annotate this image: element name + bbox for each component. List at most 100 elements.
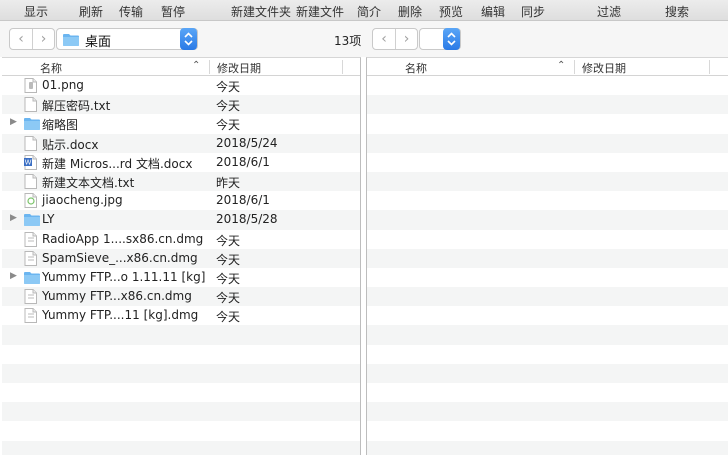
jpg-file-icon: [24, 193, 38, 209]
name-column-header[interactable]: 名称: [405, 60, 427, 76]
file-row[interactable]: 新建文本文档.txt 昨天: [2, 171, 360, 192]
right-nav-group: ‹ ›: [372, 28, 418, 50]
chevron-left-icon: ‹: [18, 31, 24, 47]
edit-button[interactable]: 编辑: [481, 3, 505, 20]
dmg-file-icon: [24, 250, 38, 266]
forward-button[interactable]: ›: [395, 29, 417, 49]
search-button[interactable]: 搜索: [665, 3, 689, 20]
column-divider[interactable]: [709, 60, 710, 74]
empty-row: [367, 171, 728, 192]
empty-row: [367, 95, 728, 115]
file-name: 缩略图: [42, 118, 79, 133]
file-date: 今天: [216, 310, 241, 325]
folder-icon: [24, 116, 40, 131]
column-divider[interactable]: [574, 60, 575, 74]
dmg-file-icon: [24, 308, 38, 324]
file-date: 2018/6/1: [216, 154, 270, 169]
file-row[interactable]: 贴示.docx 2018/5/24: [2, 133, 360, 153]
delete-button[interactable]: 删除: [398, 3, 422, 20]
empty-row: [367, 345, 728, 364]
forward-button[interactable]: ›: [32, 29, 54, 49]
left-file-pane: 名称 ⌃ 修改日期 01.png 今天 解压密码.txt 今天 ▶ 缩略图 今天 贴示.doc…: [2, 57, 361, 455]
file-date: 今天: [216, 233, 241, 248]
path-stepper[interactable]: [443, 28, 460, 50]
empty-row: [2, 325, 360, 345]
text-file-icon: [24, 97, 38, 113]
new-folder-button[interactable]: 新建文件夹: [231, 3, 291, 20]
file-name: 贴示.docx: [42, 137, 99, 152]
file-row[interactable]: ▶ LY 2018/5/28: [2, 210, 360, 230]
file-name: 新建文本文档.txt: [42, 175, 135, 190]
empty-row: [367, 268, 728, 287]
file-name: jiaocheng.jpg: [42, 193, 123, 208]
column-divider[interactable]: [342, 60, 343, 74]
file-name: 01.png: [42, 78, 84, 92]
file-date: 今天: [216, 291, 241, 306]
file-name: 解压密码.txt: [42, 99, 111, 114]
file-date: 今天: [216, 252, 241, 267]
empty-row: [367, 230, 728, 249]
file-row[interactable]: W 新建 Micros...rd 文档.docx 2018/6/1: [2, 153, 360, 172]
updown-arrows-icon: [184, 32, 193, 46]
sort-ascending-icon[interactable]: ⌃: [192, 60, 200, 71]
file-date: 今天: [216, 99, 241, 114]
chevron-right-icon: ›: [40, 31, 47, 47]
dmg-file-icon: [24, 289, 38, 305]
file-date: 今天: [216, 271, 241, 286]
new-file-button[interactable]: 新建文件: [296, 3, 344, 20]
file-row[interactable]: RadioApp 1....sx86.cn.dmg 今天: [2, 230, 360, 249]
empty-row: [2, 440, 360, 455]
disclosure-triangle-icon[interactable]: ▶: [10, 213, 17, 223]
file-date: 今天: [216, 118, 241, 133]
file-date: 2018/6/1: [216, 193, 270, 208]
empty-row: [367, 421, 728, 440]
empty-row: [367, 383, 728, 402]
right-path-select[interactable]: [419, 28, 461, 50]
right-column-header: 名称 ⌃ 修改日期: [367, 58, 728, 76]
empty-row: [367, 325, 728, 345]
sync-button[interactable]: 同步: [521, 3, 545, 20]
empty-row: [367, 133, 728, 153]
file-row[interactable]: ▶ Yummy FTP...o 1.11.11 [kg] 今天: [2, 268, 360, 287]
disclosure-triangle-icon[interactable]: ▶: [10, 117, 17, 127]
word-file-icon: W: [24, 154, 38, 170]
left-path-bar: ‹ › 桌面 13项: [0, 21, 364, 57]
file-row[interactable]: 解压密码.txt 今天: [2, 95, 360, 115]
document-file-icon: [24, 135, 38, 151]
file-date: 昨天: [216, 175, 241, 190]
empty-row: [367, 210, 728, 230]
chevron-right-icon: ›: [403, 31, 410, 47]
text-file-icon: [24, 173, 38, 189]
file-list: 01.png 今天 解压密码.txt 今天 ▶ 缩略图 今天 贴示.docx 2018/5/24…: [2, 76, 360, 455]
file-row[interactable]: ▶ 缩略图 今天: [2, 114, 360, 133]
back-button[interactable]: ‹: [10, 29, 32, 49]
empty-row: [2, 402, 360, 422]
file-date: 2018/5/24: [216, 135, 278, 150]
date-column-header[interactable]: 修改日期: [217, 60, 261, 76]
filter-button[interactable]: 过滤: [597, 3, 621, 20]
back-button[interactable]: ‹: [373, 29, 395, 49]
path-stepper[interactable]: [180, 28, 197, 50]
empty-row: [367, 248, 728, 268]
left-path-select[interactable]: 桌面: [56, 28, 198, 50]
sort-ascending-icon[interactable]: ⌃: [557, 60, 565, 71]
empty-row: [367, 363, 728, 383]
file-row[interactable]: 01.png 今天: [2, 76, 360, 95]
empty-row: [2, 383, 360, 402]
date-column-header[interactable]: 修改日期: [582, 60, 626, 76]
preview-button[interactable]: 预览: [439, 3, 463, 20]
file-row[interactable]: Yummy FTP...x86.cn.dmg 今天: [2, 287, 360, 307]
empty-row: [2, 363, 360, 383]
pause-button[interactable]: 暂停: [161, 3, 185, 20]
column-divider[interactable]: [209, 60, 210, 74]
file-row[interactable]: jiaocheng.jpg 2018/6/1: [2, 191, 360, 210]
info-button[interactable]: 简介: [357, 3, 381, 20]
file-row[interactable]: SpamSieve_...x86.cn.dmg 今天: [2, 248, 360, 268]
name-column-header[interactable]: 名称: [40, 60, 62, 76]
transfer-button[interactable]: 传输: [119, 3, 143, 20]
file-row[interactable]: Yummy FTP....11 [kg].dmg 今天: [2, 306, 360, 325]
disclosure-triangle-icon[interactable]: ▶: [10, 271, 17, 281]
show-button[interactable]: 显示: [24, 3, 48, 20]
empty-row: [367, 114, 728, 133]
refresh-button[interactable]: 刷新: [79, 3, 103, 20]
